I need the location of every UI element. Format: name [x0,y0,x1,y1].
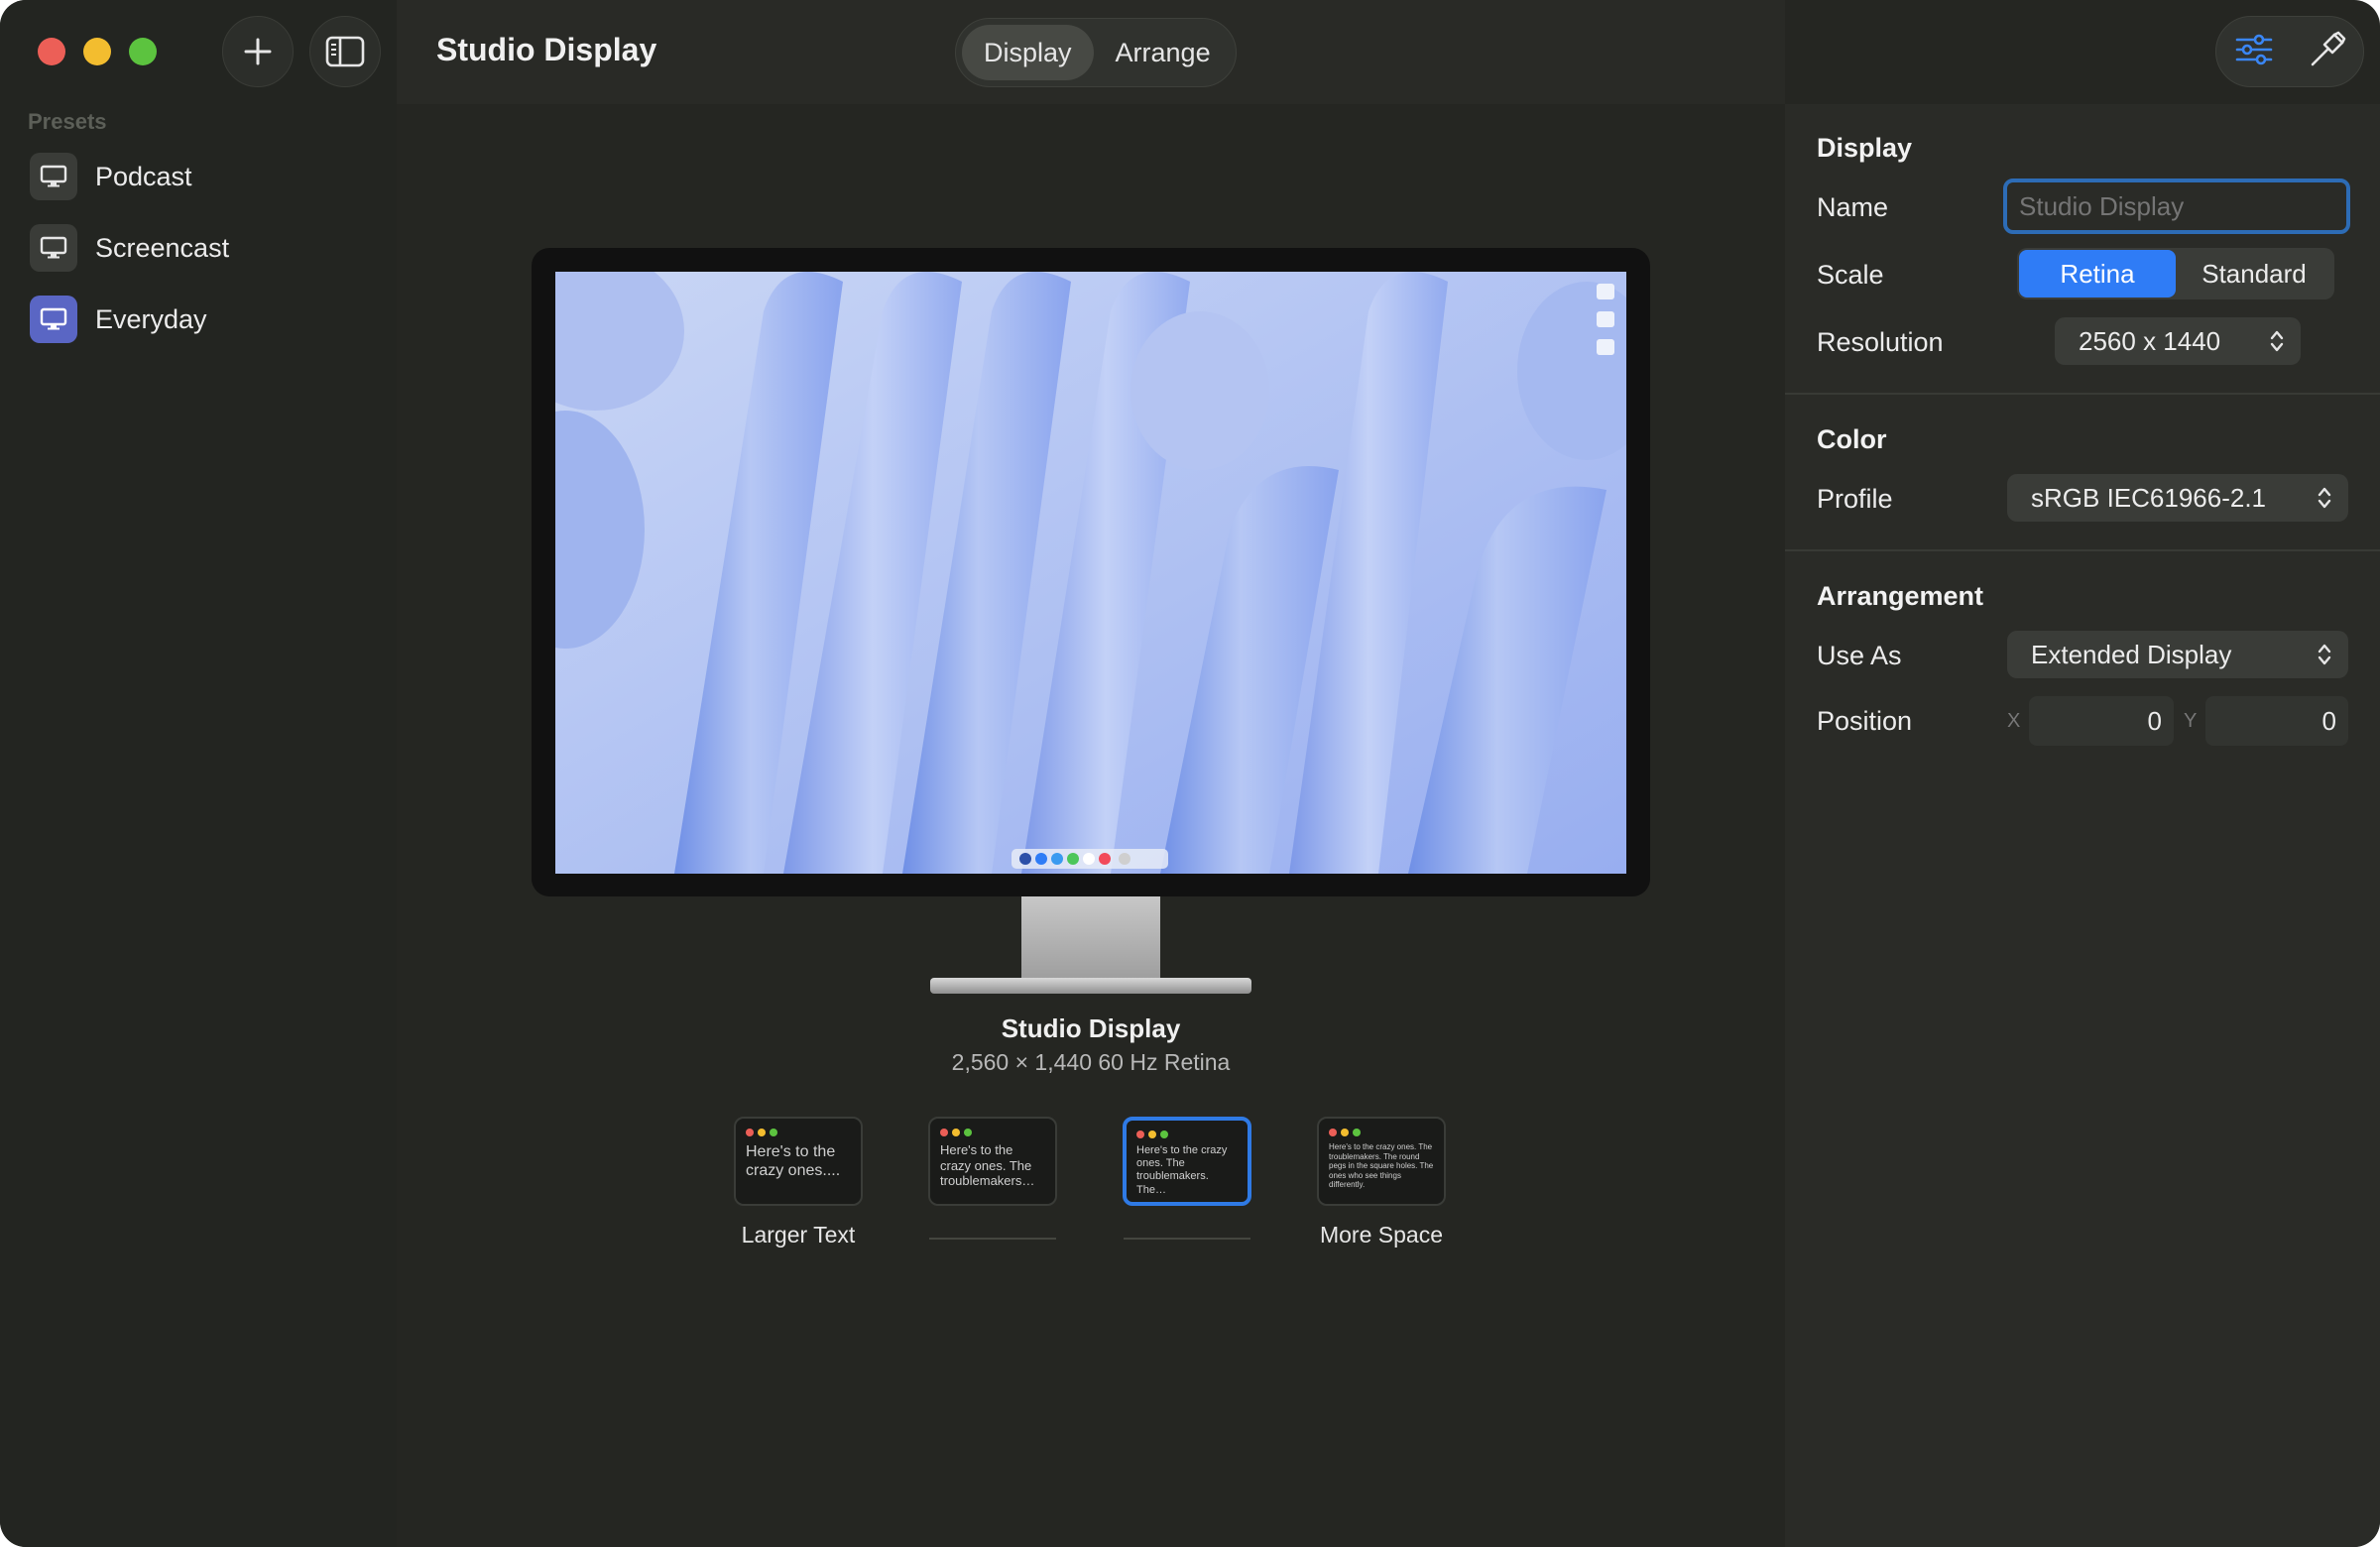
resolution-option-3[interactable]: Here's to the crazy ones. The troublemak… [1123,1117,1251,1206]
sidebar-item-podcast[interactable]: Podcast [30,149,387,204]
sidebar-item-label: Everyday [95,303,207,334]
thumb-sample-text: Here's to the crazy ones.... [746,1143,841,1180]
name-label: Name [1817,192,1889,222]
chevron-up-down-icon [2318,644,2331,665]
scale-option-standard[interactable]: Standard [2176,250,2332,298]
wallpaper-image [555,272,1626,874]
resolution-option-label: Larger Text [741,1222,856,1248]
thumb-window-controls [1136,1130,1238,1138]
zoom-window-button[interactable] [129,38,157,65]
chevron-up-down-icon [2270,330,2284,352]
display-icon [30,296,77,343]
resolution-option-placeholder-line [1124,1238,1250,1240]
sidebar: Presets Podcast Screencast Everyday [0,0,397,1547]
thumb-window-controls [1329,1129,1434,1136]
monitor-stand [1021,896,1160,980]
chevron-up-down-icon [2318,487,2331,509]
tab-display[interactable]: Display [962,25,1094,80]
app-window: Presets Podcast Screencast Everyday Stud… [0,0,2380,1547]
position-y-field[interactable]: 0 [2205,696,2348,746]
position-x-label: X [2007,710,2021,732]
inspector-tool-group [2215,16,2364,87]
display-section-heading: Display [1817,133,1913,163]
hammer-icon [2311,31,2345,65]
use-as-popup[interactable]: Extended Display [2007,631,2348,678]
display-icon [30,224,77,272]
resolution-value: 2560 x 1440 [2079,325,2221,356]
arrangement-section-heading: Arrangement [1817,581,1984,611]
display-name-field[interactable] [2003,178,2350,234]
sidebar-item-screencast[interactable]: Screencast [30,220,387,276]
sliders-icon [2235,34,2272,64]
section-divider [1785,549,2380,551]
color-section-heading: Color [1817,424,1887,454]
resolution-option-larger-text[interactable]: Here's to the crazy ones.... [734,1117,863,1206]
plus-icon [244,38,272,65]
position-x-field[interactable]: 0 [2029,696,2174,746]
sidebar-item-everyday[interactable]: Everyday [30,292,387,347]
resolution-option-2[interactable]: Here's to the crazy ones. The troublemak… [928,1117,1057,1206]
thumb-sample-text: Here's to the crazy ones. The troublemak… [1136,1144,1228,1196]
scale-label: Scale [1817,260,1884,290]
use-as-label: Use As [1817,641,1902,670]
presets-section-label: Presets [28,109,107,134]
display-icon [30,153,77,200]
thumb-sample-text: Here's to the crazy ones. The troublemak… [940,1142,1035,1189]
desktop-wallpaper [555,272,1626,874]
thumb-window-controls [746,1129,851,1136]
resolution-option-more-space[interactable]: Here's to the crazy ones. The troublemak… [1317,1117,1446,1206]
profile-label: Profile [1817,484,1893,514]
position-label: Position [1817,706,1913,736]
resolution-popup[interactable]: 2560 x 1440 [2055,317,2301,365]
scale-segmented-control: Retina Standard [2017,248,2334,299]
add-preset-button[interactable] [222,16,294,87]
monitor-stand-base [930,978,1251,994]
close-window-button[interactable] [38,38,65,65]
view-segmented-control: Display Arrange [955,18,1237,87]
use-as-value: Extended Display [2031,639,2232,669]
color-profile-popup[interactable]: sRGB IEC61966-2.1 [2007,474,2348,522]
tab-arrange[interactable]: Arrange [1094,25,1233,80]
resolution-label: Resolution [1817,327,1944,357]
settings-inspector-button[interactable] [2234,33,2274,71]
position-y-label: Y [2184,710,2198,732]
thumb-window-controls [940,1129,1045,1136]
minimize-window-button[interactable] [83,38,111,65]
toggle-sidebar-button[interactable] [309,16,381,87]
sidebar-icon [325,36,365,67]
tools-inspector-button[interactable] [2309,31,2346,73]
resolution-option-placeholder-line [929,1238,1056,1240]
sidebar-item-label: Screencast [95,232,230,263]
profile-value: sRGB IEC61966-2.1 [2031,482,2267,513]
section-divider [1785,393,2380,395]
sidebar-item-label: Podcast [95,161,192,191]
scale-option-retina[interactable]: Retina [2019,250,2176,298]
window-title: Studio Display [436,32,657,67]
resolution-option-label: More Space [1319,1222,1443,1248]
thumb-sample-text: Here's to the crazy ones. The troublemak… [1329,1142,1434,1190]
